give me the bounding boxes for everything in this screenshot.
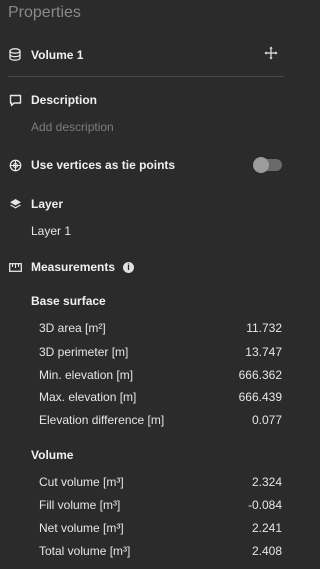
layer-value-row[interactable]: Layer 1 — [31, 224, 284, 238]
measurements-label: Measurements — [31, 260, 116, 274]
measurement-value: 2.324 — [251, 475, 282, 489]
header-divider — [8, 76, 284, 77]
toggle-knob — [253, 157, 269, 173]
measurement-row: Max. elevation [m] 666.439 — [39, 390, 282, 404]
move-arrows-icon[interactable] — [264, 46, 278, 63]
description-input[interactable]: Add description — [31, 120, 284, 134]
tie-points-toggle[interactable] — [253, 157, 282, 173]
measurement-row: Cut volume [m³] 2.324 — [39, 475, 282, 489]
measurement-label: 3D area [m²] — [39, 321, 106, 335]
measurements-section: Measurements i — [8, 260, 284, 274]
measurement-row: Elevation difference [m] 0.077 — [39, 413, 282, 427]
measurement-value: 11.732 — [246, 321, 282, 335]
ruler-icon — [8, 260, 22, 274]
base-surface-heading: Base surface — [31, 294, 106, 308]
measurement-row: 3D perimeter [m] 13.747 — [39, 345, 282, 359]
measurement-value: 2.241 — [251, 521, 282, 535]
panel-title: Properties — [8, 4, 81, 21]
layer-section: Layer — [8, 197, 284, 211]
measurement-value: 13.747 — [245, 345, 282, 359]
measurement-row: Net volume [m³] 2.241 — [39, 521, 282, 535]
measurement-label: Net volume [m³] — [39, 521, 124, 535]
tie-points-label: Use vertices as tie points — [31, 158, 176, 172]
measurement-label: Total volume [m³] — [39, 544, 131, 558]
measurement-label: Elevation difference [m] — [39, 413, 165, 427]
measurement-value: 2.408 — [251, 544, 282, 558]
measurement-value: 666.439 — [238, 390, 282, 404]
volume-name: Volume 1 — [31, 47, 84, 62]
description-label: Description — [31, 93, 98, 107]
measurement-label: Max. elevation [m] — [39, 390, 137, 404]
layer-value: Layer 1 — [31, 224, 72, 238]
info-icon[interactable]: i — [123, 261, 135, 273]
layers-icon — [8, 197, 22, 211]
description-placeholder: Add description — [31, 120, 114, 134]
measurement-label: Min. elevation [m] — [39, 368, 134, 382]
measurement-value: 0.077 — [251, 413, 282, 427]
measurement-row: Fill volume [m³] -0.084 — [39, 498, 282, 512]
measurement-row: Total volume [m³] 2.408 — [39, 544, 282, 558]
measurement-label: Cut volume [m³] — [39, 475, 124, 489]
volume-row: Volume 1 — [8, 46, 284, 63]
description-section: Description — [8, 93, 284, 107]
database-icon — [8, 48, 22, 62]
properties-panel: Properties Volume 1 Description Add desc… — [0, 0, 292, 569]
comment-icon — [8, 93, 22, 107]
measurement-label: 3D perimeter [m] — [39, 345, 129, 359]
measurement-value: -0.084 — [247, 498, 282, 512]
tie-points-row: Use vertices as tie points — [8, 157, 284, 173]
measurement-row: Min. elevation [m] 666.362 — [39, 368, 282, 382]
volume-heading: Volume — [31, 448, 74, 462]
target-globe-icon — [8, 158, 22, 172]
measurement-row: 3D area [m²] 11.732 — [39, 321, 282, 335]
measurement-label: Fill volume [m³] — [39, 498, 121, 512]
measurement-value: 666.362 — [238, 368, 282, 382]
layer-label: Layer — [31, 197, 64, 211]
